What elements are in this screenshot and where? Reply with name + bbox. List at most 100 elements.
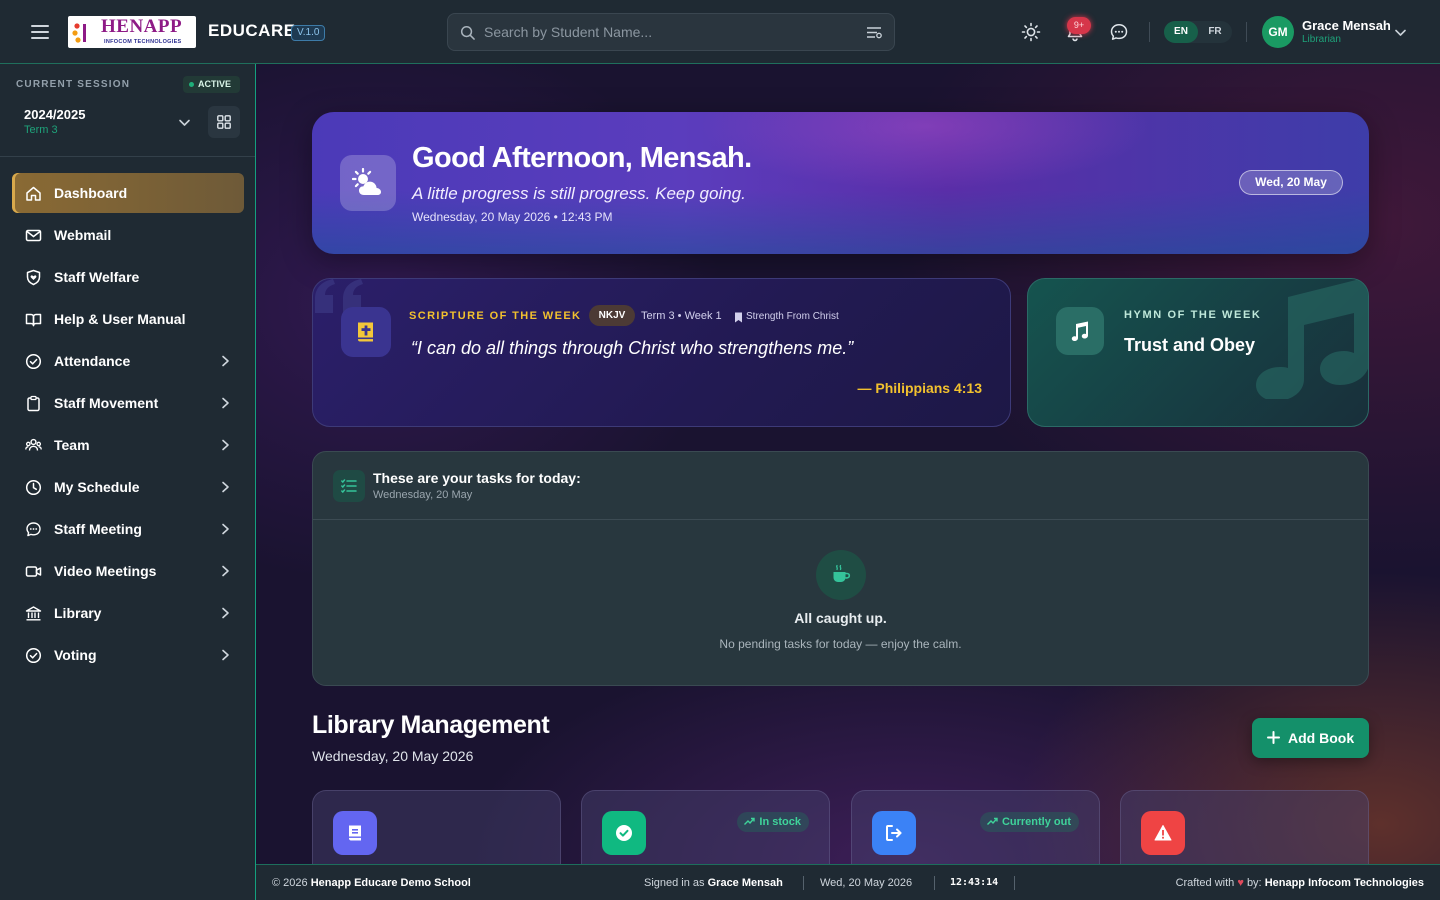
sidebar-item-team[interactable]: Team <box>12 425 244 465</box>
heart-icon: ♥ <box>1237 877 1244 889</box>
language-en-button[interactable]: EN <box>1164 21 1198 43</box>
bible-badge <box>341 307 391 357</box>
notification-count-badge[interactable]: 9+ <box>1067 17 1091 34</box>
sidebar-item-webmail[interactable]: Webmail <box>12 215 244 255</box>
check-badge-icon <box>616 825 632 841</box>
toolbar-divider <box>1149 22 1150 42</box>
empty-state-message: No pending tasks for today — enjoy the c… <box>719 637 962 651</box>
search-input[interactable] <box>484 14 864 50</box>
plus-icon <box>1267 731 1280 744</box>
search-icon <box>460 25 475 40</box>
filter-icon[interactable] <box>866 25 882 40</box>
toolbar-divider <box>1246 22 1247 42</box>
stat-card-in-stock[interactable]: In stock <box>581 790 830 864</box>
session-year[interactable]: 2024/2025 <box>24 107 85 122</box>
sidebar-item-label: Staff Meeting <box>54 521 142 537</box>
sidebar: CURRENT SESSION ACTIVE 2024/2025 Term 3 … <box>0 64 256 900</box>
language-fr-button[interactable]: FR <box>1198 21 1232 43</box>
apps-grid-button[interactable] <box>208 106 240 138</box>
chevron-right-icon <box>222 565 229 577</box>
check-circle-icon <box>25 647 42 664</box>
company-logo[interactable]: HENAPP INFOCOM TECHNOLOGIES <box>68 16 196 48</box>
sidebar-item-video-meetings[interactable]: Video Meetings <box>12 551 244 591</box>
stat-icon-badge <box>333 811 377 855</box>
empty-state-title: All caught up. <box>794 610 887 626</box>
sidebar-item-staff-movement[interactable]: Staff Movement <box>12 383 244 423</box>
greeting-title: Good Afternoon, Mensah. <box>412 142 752 174</box>
sidebar-item-staff-meeting[interactable]: Staff Meeting <box>12 509 244 549</box>
greeting-message: A little progress is still progress. Kee… <box>412 184 746 203</box>
users-icon <box>25 438 42 451</box>
logo-name: HENAPP <box>101 16 183 37</box>
scripture-reference: — Philippians 4:13 <box>857 380 982 396</box>
bookmark-icon <box>735 312 742 323</box>
library-icon <box>25 606 42 621</box>
sidebar-item-staff-welfare[interactable]: Staff Welfare <box>12 257 244 297</box>
user-role: Librarian <box>1302 34 1341 45</box>
tasks-badge <box>333 470 365 502</box>
session-chevron-down-icon[interactable] <box>178 116 191 129</box>
scripture-theme-text: Strength From Christ <box>746 311 839 322</box>
stat-card-total-books[interactable] <box>312 790 561 864</box>
hymn-card: HYMN OF THE WEEK Trust and Obey <box>1027 278 1369 427</box>
logo-mark-icon <box>72 23 86 43</box>
footer-copyright-prefix: © 2026 <box>272 877 308 889</box>
trend-tag-text: In stock <box>759 816 801 828</box>
footer-company-link[interactable]: Henapp Infocom Technologies <box>1265 877 1424 889</box>
date-pill: Wed, 20 May <box>1239 170 1343 195</box>
video-icon <box>25 566 42 577</box>
warning-icon <box>1154 825 1172 841</box>
chevron-right-icon <box>222 607 229 619</box>
trend-tag-text: Currently out <box>1001 816 1071 828</box>
footer-divider <box>803 876 804 890</box>
stat-card-currently-out[interactable]: Currently out <box>851 790 1100 864</box>
empty-state-badge <box>816 550 866 600</box>
footer-signed-user: Grace Mensah <box>707 877 783 889</box>
sidebar-item-label: Voting <box>54 647 97 663</box>
book-icon <box>349 825 361 841</box>
scripture-week-meta: Term 3 • Week 1 <box>641 310 722 322</box>
main-content: Good Afternoon, Mensah. A little progres… <box>256 64 1440 864</box>
music-badge <box>1056 307 1104 355</box>
sidebar-item-dashboard[interactable]: Dashboard <box>12 173 244 213</box>
footer-credit: Crafted with ♥ by: Henapp Infocom Techno… <box>1176 877 1424 889</box>
sidebar-item-label: Video Meetings <box>54 563 157 579</box>
chat-icon[interactable] <box>1109 22 1129 42</box>
add-book-button[interactable]: Add Book <box>1252 718 1369 758</box>
sidebar-item-my-schedule[interactable]: My Schedule <box>12 467 244 507</box>
brand-name: EDUCARE <box>208 21 296 40</box>
sun-icon[interactable] <box>1021 22 1041 42</box>
user-name[interactable]: Grace Mensah <box>1302 18 1391 33</box>
top-bar: HENAPP INFOCOM TECHNOLOGIES EDUCARE V.1.… <box>0 0 1440 64</box>
sidebar-item-label: Attendance <box>54 353 131 369</box>
footer-clock: 12:43:14 <box>950 877 999 888</box>
greeting-datetime: Wednesday, 20 May 2026 • 12:43 PM <box>412 210 613 224</box>
music-note-icon <box>1071 321 1088 341</box>
tasks-divider <box>313 519 1368 520</box>
footer-date: Wed, 20 May 2026 <box>820 877 913 889</box>
bible-version-badge: NKJV <box>589 305 635 326</box>
check-circle-icon <box>25 353 42 370</box>
sidebar-item-attendance[interactable]: Attendance <box>12 341 244 381</box>
sidebar-item-library[interactable]: Library <box>12 593 244 633</box>
tasks-date: Wednesday, 20 May <box>373 489 473 501</box>
footer-signed-in: Signed in as Grace Mensah <box>644 877 783 889</box>
hymn-label: HYMN OF THE WEEK <box>1124 309 1262 321</box>
footer-crafted-prefix: Crafted with <box>1175 877 1235 889</box>
sidebar-item-label: Team <box>54 437 90 453</box>
session-status-badge: ACTIVE <box>183 76 240 93</box>
trend-tag: In stock <box>737 812 809 832</box>
sidebar-item-label: My Schedule <box>54 479 140 495</box>
sidebar-item-voting[interactable]: Voting <box>12 635 244 675</box>
user-avatar[interactable]: GM <box>1262 16 1294 48</box>
chevron-down-icon[interactable] <box>1394 26 1407 39</box>
sidebar-item-help[interactable]: Help & User Manual <box>12 299 244 339</box>
stat-card-overdue[interactable] <box>1120 790 1369 864</box>
menu-toggle-icon[interactable] <box>29 22 51 42</box>
bible-icon <box>358 322 373 342</box>
book-open-icon <box>25 313 42 327</box>
session-term: Term 3 <box>24 124 58 136</box>
chat-bubble-icon <box>26 522 41 537</box>
footer-school-name: Henapp Educare Demo School <box>310 877 471 889</box>
stat-icon-badge <box>602 811 646 855</box>
